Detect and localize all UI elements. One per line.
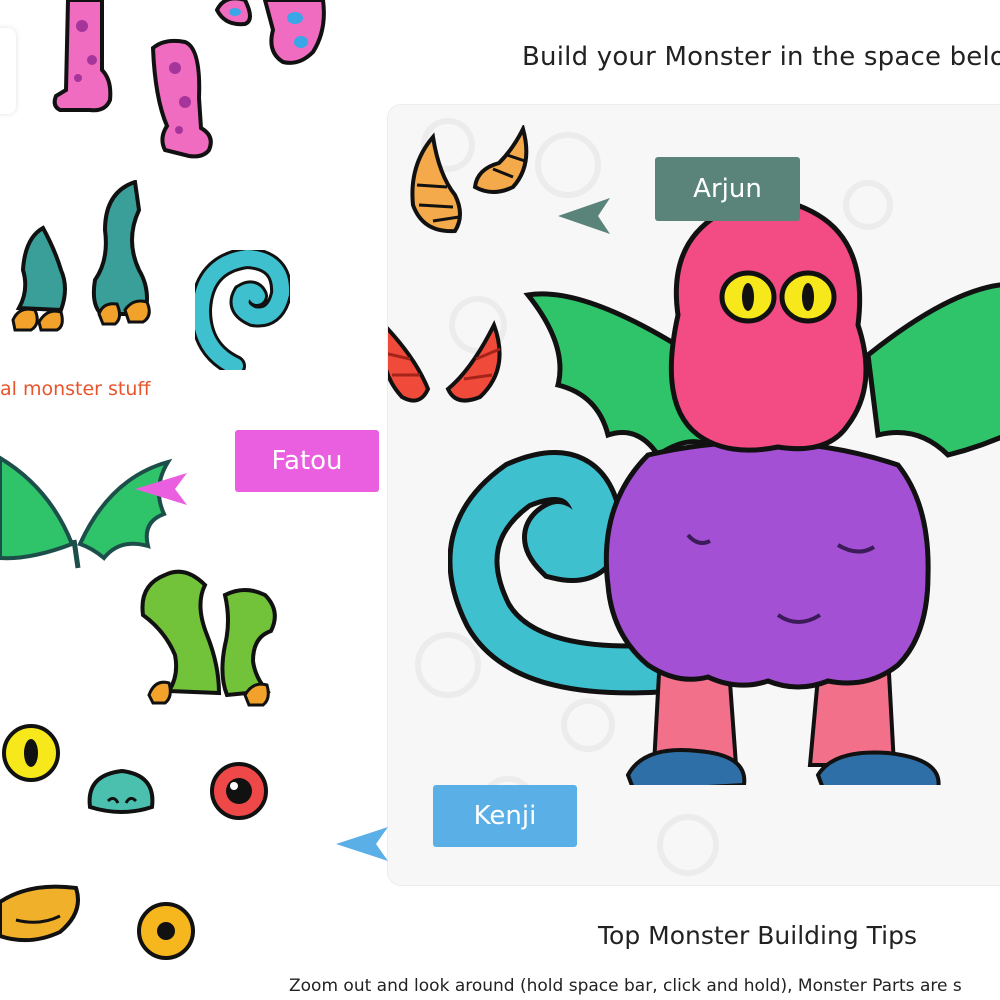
part-yellow-eye[interactable] [0,722,62,784]
part-orange-eye[interactable] [135,900,197,962]
pointer-arrow-arjun [558,198,610,234]
part-pink-leg-1[interactable] [50,0,120,120]
part-yellow-beak[interactable] [0,882,85,947]
part-teal-tail-small[interactable] [195,250,290,370]
page-heading: Build your Monster in the space belo [522,42,1000,72]
monster-build-canvas[interactable] [387,104,1000,886]
user-tag-kenji: Kenji [433,785,577,847]
tips-title: Top Monster Building Tips [598,921,917,950]
tips-text: Zoom out and look around (hold space bar… [289,976,962,996]
pointer-arrow-fatou [135,473,187,505]
part-green-legs[interactable] [135,565,290,710]
part-green-wings[interactable] [0,448,180,573]
left-panel-tab[interactable] [0,28,16,114]
part-blue-wings[interactable] [215,0,330,70]
assembled-monster[interactable] [448,185,1000,785]
user-tag-fatou: Fatou [235,430,379,492]
part-pink-leg-2[interactable] [145,38,220,160]
part-teal-hooves[interactable] [5,180,165,340]
pointer-arrow-kenji [336,827,388,861]
section-label: al monster stuff [0,378,151,400]
part-red-eye[interactable] [208,760,270,822]
user-tag-arjun: Arjun [655,157,800,221]
part-teal-nose[interactable] [86,765,158,817]
